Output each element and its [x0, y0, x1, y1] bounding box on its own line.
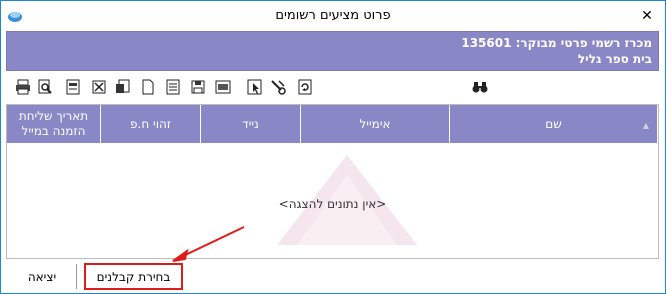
toolbar: [6, 74, 659, 102]
print-preview-icon[interactable]: [36, 78, 54, 96]
column-header-mobile[interactable]: נייד: [201, 105, 301, 143]
column-header-company-id-label: זהוי ח.פ: [130, 116, 171, 131]
bottom-bar: יציאה בחירת קבלנים: [1, 259, 665, 293]
column-header-email-label: אימייל: [359, 116, 391, 131]
column-header-name-label: שם: [545, 116, 562, 131]
column-header-name[interactable]: שם ▲: [450, 105, 658, 143]
no-data-message: <אין נתונים להצגה>: [278, 197, 387, 211]
close-button[interactable]: ✕: [637, 6, 657, 26]
suppliers-grid[interactable]: שם ▲ אימייל נייד זהוי ח.פ תאריך שליחת הז…: [6, 104, 659, 259]
column-header-email[interactable]: אימייל: [301, 105, 450, 143]
window-title: פרוט מציעים רשומים: [275, 8, 391, 23]
excel-icon[interactable]: [90, 78, 108, 96]
choose-contractors-button[interactable]: בחירת קבלנים: [84, 263, 183, 290]
column-header-company-id[interactable]: זהוי ח.פ: [101, 105, 201, 143]
printer-icon[interactable]: [14, 78, 32, 96]
document-icon[interactable]: [164, 78, 182, 96]
export-icon[interactable]: [114, 78, 132, 96]
tender-number-label: מכרז רשמי פרטי מבוקר: 135601: [461, 36, 652, 50]
column-header-invite-date-label: תאריך שליחת הזמנה במייל: [18, 109, 89, 138]
search-binoculars-icon[interactable]: [471, 78, 489, 96]
tools-icon[interactable]: [269, 78, 287, 96]
school-name-label: בית ספר גליל: [577, 52, 652, 66]
column-header-mobile-label: נייד: [242, 116, 259, 131]
sort-asc-icon: ▲: [642, 121, 649, 130]
refresh-icon[interactable]: [296, 78, 314, 96]
column-header-invite-date[interactable]: תאריך שליחת הזמנה במייל: [7, 105, 101, 143]
grid-icon[interactable]: [214, 78, 232, 96]
dialog-window: פרוט מציעים רשומים ✕ מכרז רשמי פרטי מבוק…: [0, 0, 666, 294]
title-bar: פרוט מציעים רשומים ✕: [1, 1, 665, 30]
pdf-icon[interactable]: [64, 78, 82, 96]
blank-page-icon[interactable]: [139, 78, 157, 96]
save-icon[interactable]: [189, 78, 207, 96]
select-icon[interactable]: [246, 78, 264, 96]
tender-info-panel: מכרז רשמי פרטי מבוקר: 135601 בית ספר גלי…: [6, 31, 659, 71]
exit-button[interactable]: יציאה: [8, 264, 77, 289]
